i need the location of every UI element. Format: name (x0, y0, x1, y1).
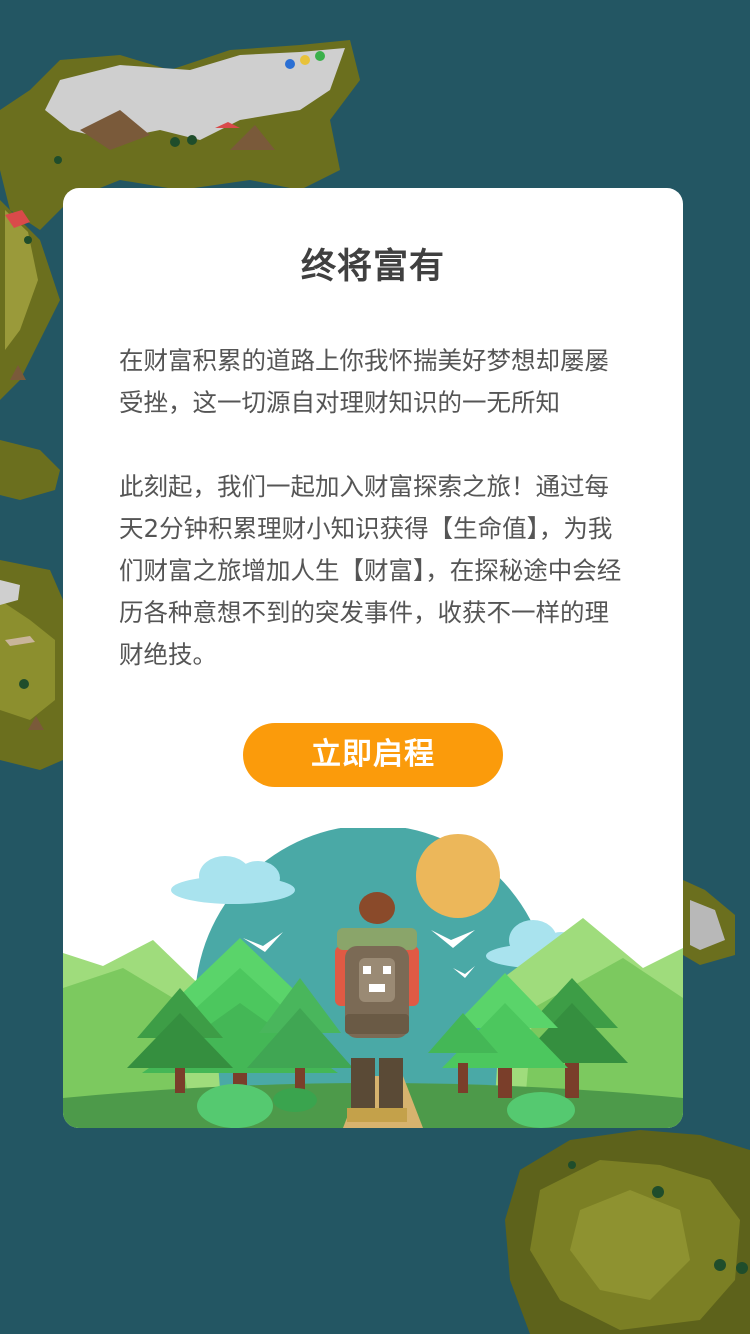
sun-icon (416, 834, 500, 918)
hiker-illustration (63, 828, 683, 1128)
intro-paragraph-2: 此刻起，我们一起加入财富探索之旅！通过每天2分钟积累理财小知识获得【生命值】，为… (119, 472, 622, 669)
bush-icon (197, 1084, 273, 1128)
intro-dialog: 终将富有 在财富积累的道路上你我怀揣美好梦想却屡屡受挫，这一切源自对理财知识的一… (63, 188, 683, 1128)
start-journey-button[interactable]: 立即启程 (243, 723, 503, 787)
dialog-body: 在财富积累的道路上你我怀揣美好梦想却屡屡受挫，这一切源自对理财知识的一无所知 此… (119, 340, 631, 676)
dialog-title: 终将富有 (300, 247, 445, 287)
map-island-left (0, 440, 63, 770)
intro-paragraph-1: 在财富积累的道路上你我怀揣美好梦想却屡屡受挫，这一切源自对理财知识的一无所知 (119, 346, 609, 417)
screen: 终将富有 在财富积累的道路上你我怀揣美好梦想却屡屡受挫，这一切源自对理财知识的一… (0, 0, 750, 1334)
map-island-bottom-right (505, 1130, 750, 1334)
